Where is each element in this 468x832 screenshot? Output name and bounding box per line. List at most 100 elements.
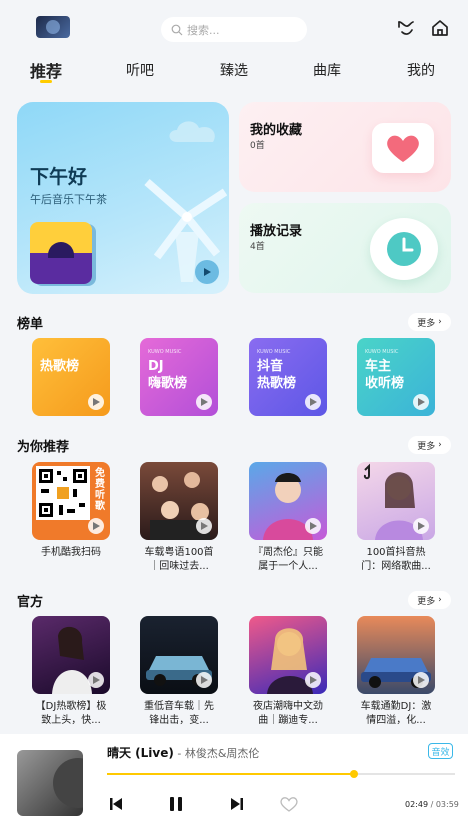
recommend-item[interactable]: 车载粤语100首｜回味过去... [140,462,218,574]
play-button[interactable] [88,672,104,688]
playlist-cover [249,462,327,540]
recommend-item[interactable]: 『周杰伦』只能属于一个人... [249,462,327,574]
chart-car[interactable]: KUWO MUSIC 车主 收听榜 [357,338,435,416]
item-caption: 车载通勤DJ：激情四溢，化... [360,701,432,726]
song-title[interactable]: 晴天 (Live) - 林俊杰&周杰伦 [107,744,259,761]
play-button[interactable] [88,518,104,534]
play-icon [201,676,208,684]
play-icon [93,398,100,406]
history-icon-box [370,218,438,280]
play-button[interactable] [196,518,212,534]
recommend-item[interactable]: 免费听歌 手机酷我扫码 [32,462,110,574]
play-icon [93,676,100,684]
chart-douyin[interactable]: KUWO MUSIC 抖音 热歌榜 [249,338,327,416]
official-more-button[interactable]: 更多 › [408,591,451,609]
afternoon-card[interactable]: 下午好 午后音乐下午茶 [17,102,229,294]
song-artist: - 林俊杰&周杰伦 [173,747,260,760]
chart-hot[interactable]: 热歌榜 [32,338,110,416]
play-button[interactable] [88,394,104,410]
cloud-icon [169,121,215,142]
item-caption: 【DJ热歌榜】极致上头，快... [35,701,107,726]
history-title: 播放记录 [250,224,303,239]
play-icon [418,398,425,406]
official-item[interactable]: 【DJ热歌榜】极致上头，快... [32,616,110,728]
playlist-cover [249,616,327,694]
album-art[interactable] [17,750,83,816]
greeting-subtitle: 午后音乐下午茶 [30,193,107,206]
pause-icon[interactable] [168,796,184,812]
clock-icon [387,232,421,266]
recommend-title: 为你推荐 [17,440,70,455]
chart-name: 车主 收听榜 [365,359,405,391]
play-icon [310,522,317,530]
play-button[interactable] [413,518,429,534]
tab-library[interactable]: 曲库 [313,60,341,80]
play-button[interactable] [305,518,321,534]
favorites-count: 0首 [250,141,265,151]
progress-bar[interactable] [107,770,455,778]
tab-active-indicator [40,80,52,83]
item-caption: 夜店潮嗨中文劲曲｜蹦迪专... [253,701,323,726]
play-button[interactable] [305,394,321,410]
search-box[interactable]: 搜索... [161,17,307,42]
next-icon[interactable] [229,796,245,812]
favorites-title: 我的收藏 [250,123,303,138]
chart-dj[interactable]: KUWO MUSIC DJ 嗨歌榜 [140,338,218,416]
qr-cover: 免费听歌 [32,462,110,540]
playlist-cover [32,616,110,694]
more-label: 更多 [417,596,436,607]
music-recognize-icon[interactable] [396,18,416,38]
recommend-more-button[interactable]: 更多 › [408,436,451,454]
progress-handle[interactable] [350,770,359,778]
play-button[interactable] [196,672,212,688]
avatar[interactable] [36,16,70,38]
sound-effect-button[interactable]: 音效 [428,743,453,759]
play-button[interactable] [413,394,429,410]
playlist-cover [357,616,435,694]
playlist-cover [30,222,92,284]
progress-fill [107,773,355,775]
heart-icon [387,135,419,162]
official-item[interactable]: 重低音车载｜先锋出击，变... [140,616,218,728]
play-icon [418,676,425,684]
tab-recommend[interactable]: 推荐 [30,58,62,82]
chart-name: 热歌榜 [40,359,80,374]
official-title: 官方 [17,595,44,610]
tab-select[interactable]: 臻选 [220,60,248,80]
play-button[interactable] [196,394,212,410]
play-button[interactable] [305,672,321,688]
official-item[interactable]: 车载通勤DJ：激情四溢，化... [357,616,435,728]
play-icon [201,522,208,530]
play-icon [310,398,317,406]
tab-mine[interactable]: 我的 [407,60,435,80]
home-icon[interactable] [430,18,450,38]
qr-code-icon [36,466,90,520]
more-label: 更多 [417,441,436,452]
top-bar: 搜索... [0,0,468,56]
playlist-cover [140,462,218,540]
item-caption: 重低音车载｜先锋出击，变... [144,701,214,726]
playlist-cover [140,616,218,694]
play-icon [204,268,211,276]
previous-icon[interactable] [108,796,124,812]
play-icon [93,522,100,530]
play-icon [418,522,425,530]
greeting: 下午好 [30,166,88,188]
play-icon [310,676,317,684]
heart-outline-icon[interactable] [280,796,298,812]
play-icon [201,398,208,406]
song-name: 晴天 (Live) [107,746,174,760]
favorites-card[interactable]: 我的收藏 0首 [239,102,451,192]
search-icon [171,24,183,35]
history-card[interactable]: 播放记录 4首 [239,203,451,293]
hero-play-button[interactable] [195,260,219,284]
chart-brand: KUWO MUSIC [148,349,182,355]
charts-more-button[interactable]: 更多 › [408,313,451,331]
play-button[interactable] [413,672,429,688]
current-time: 02:49 [405,800,429,809]
history-count: 4首 [250,242,265,252]
official-item[interactable]: 夜店潮嗨中文劲曲｜蹦迪专... [249,616,327,728]
now-playing-bar: 晴天 (Live) - 林俊杰&周杰伦 音效 02:49 / 03:59 [0,734,468,832]
recommend-item[interactable]: 100首抖音热门：网络歌曲... [357,462,435,574]
tab-listen[interactable]: 听吧 [126,60,154,80]
